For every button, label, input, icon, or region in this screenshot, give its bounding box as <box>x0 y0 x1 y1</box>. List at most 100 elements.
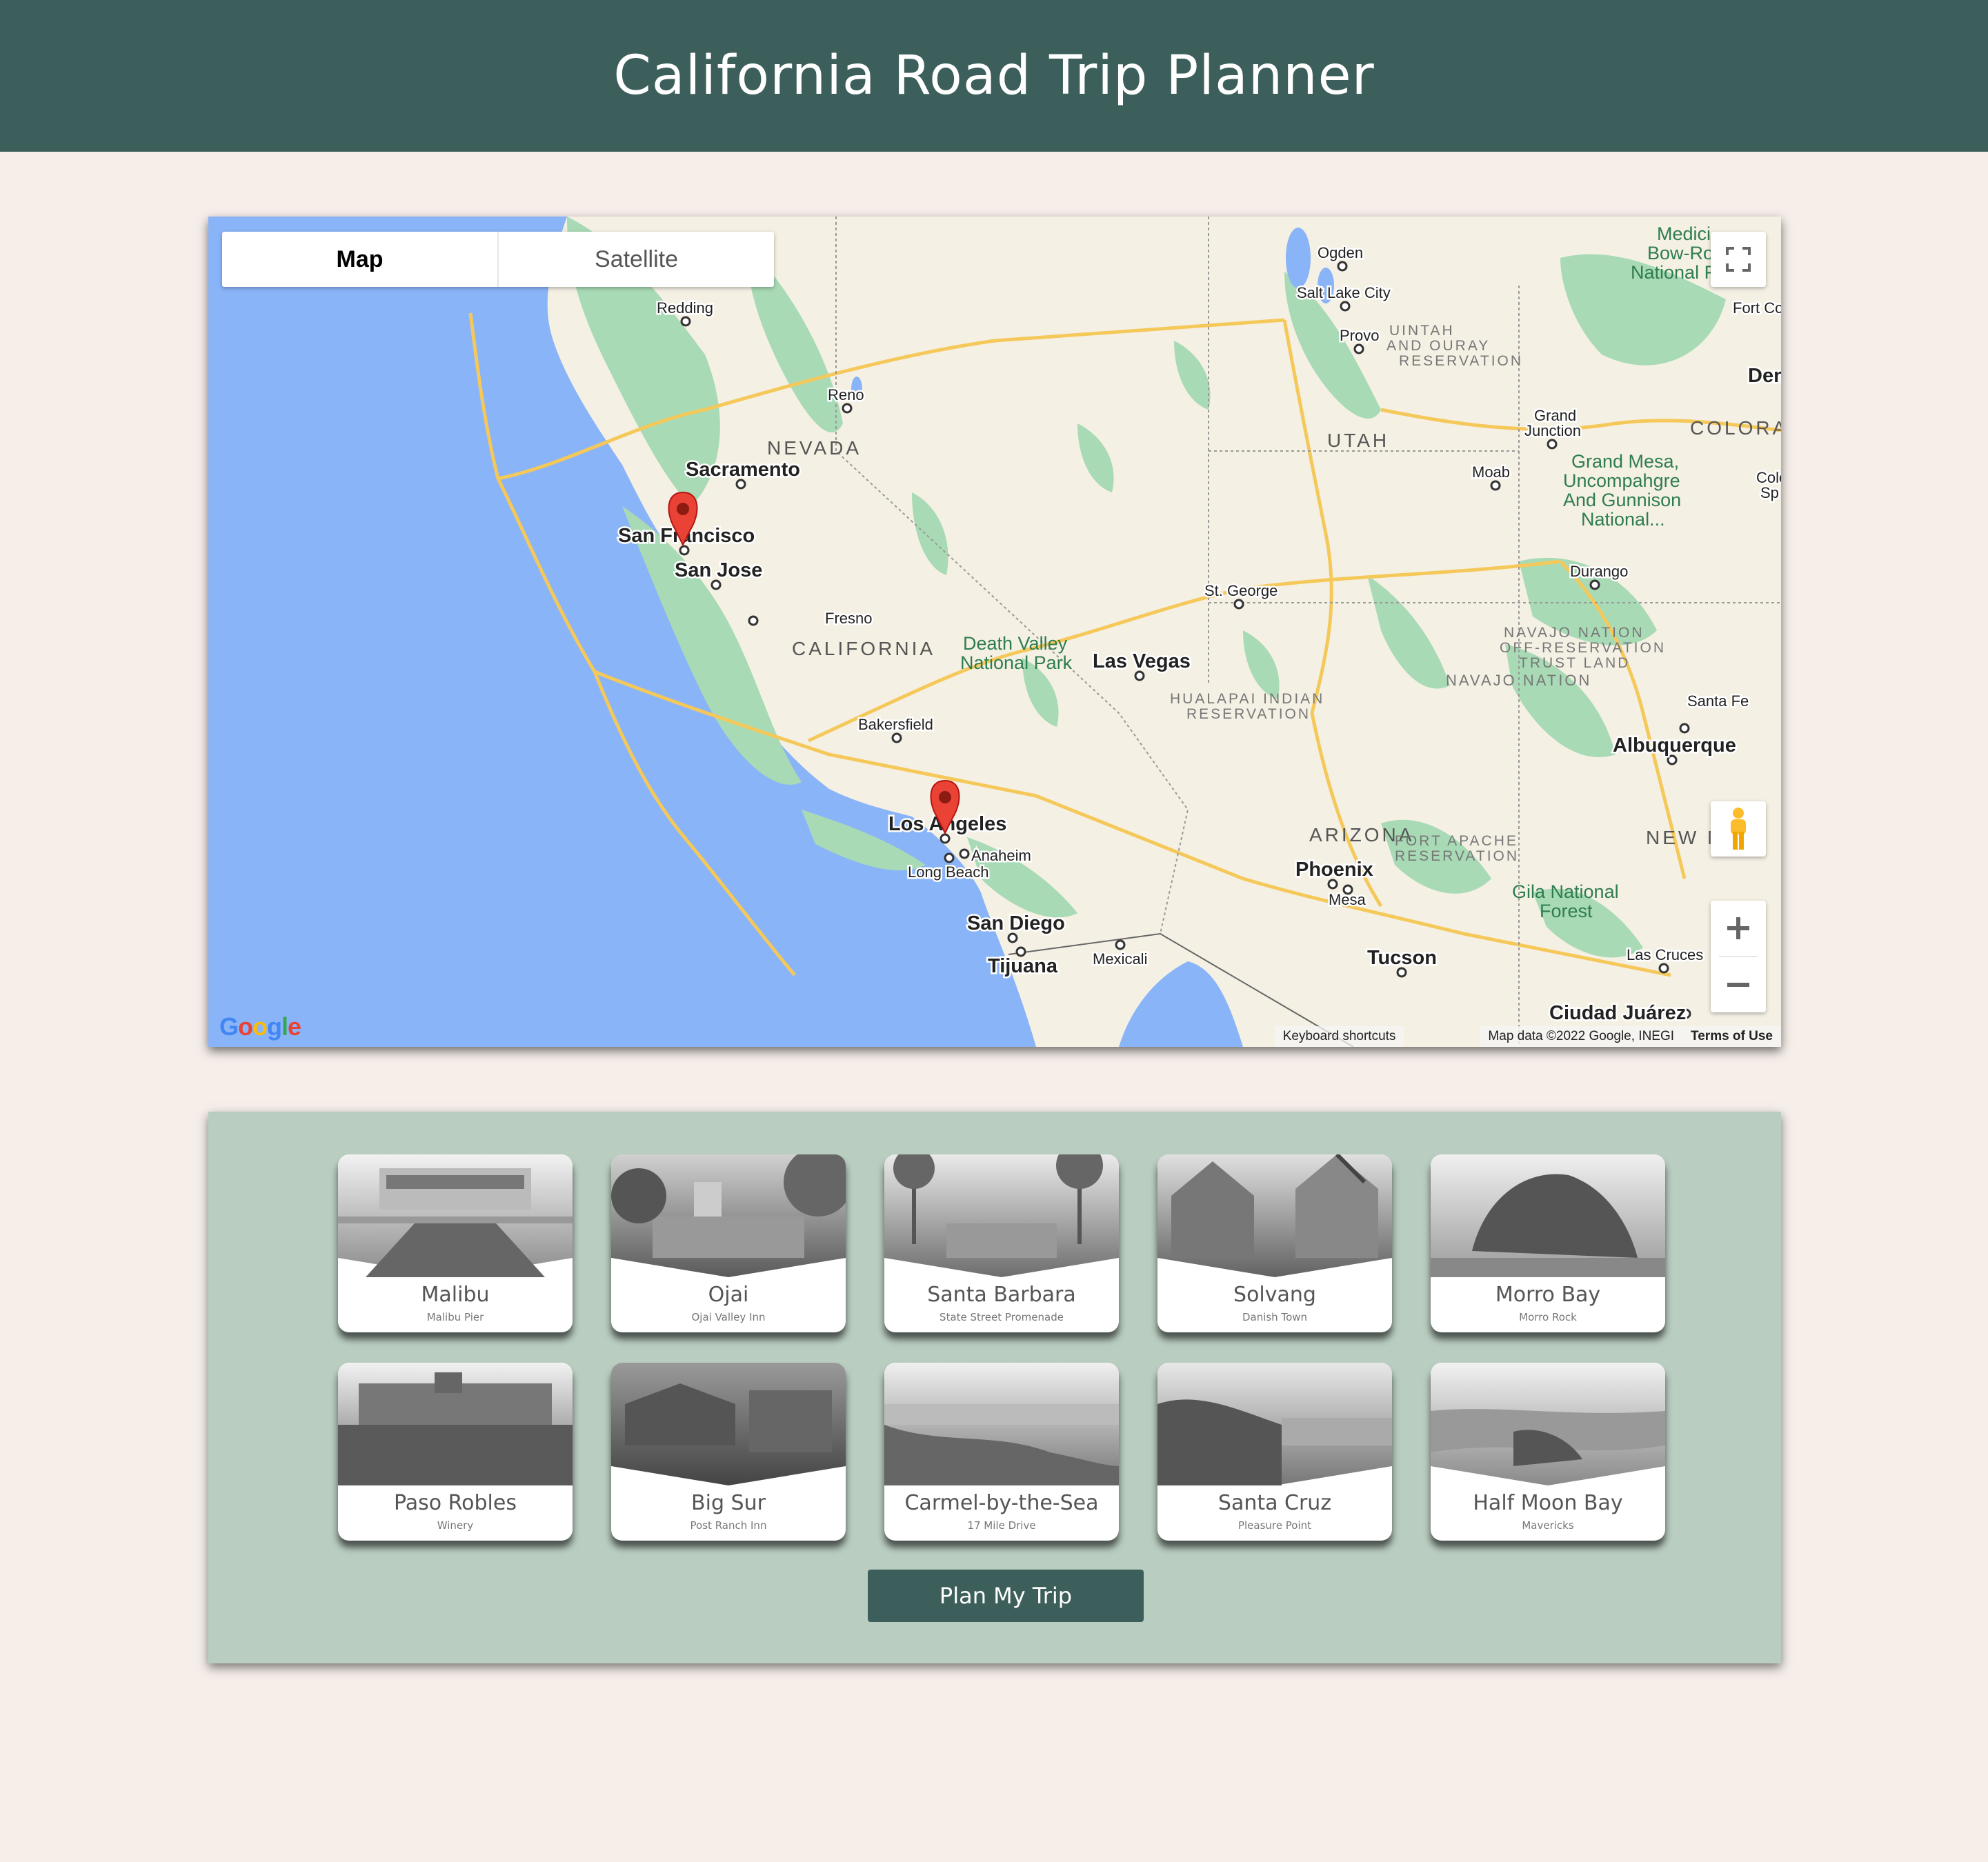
zoom-control <box>1711 901 1766 1012</box>
city-label: Santa Fe <box>1687 692 1749 710</box>
card-subtitle: Danish Town <box>1242 1311 1308 1323</box>
map-type-control: Map Satellite <box>222 232 774 287</box>
page-header: California Road Trip Planner <box>0 0 1988 152</box>
destination-card-big-sur[interactable]: Big Sur Post Ranch Inn <box>611 1363 846 1541</box>
city-label: Redding <box>657 299 713 317</box>
card-caption: Solvang Danish Town <box>1157 1283 1392 1323</box>
map-canvas[interactable]: NEVADA UTAH CALIFORNIA ARIZONA COLORAD N… <box>208 217 1781 1047</box>
destination-card-half-moon-bay[interactable]: Half Moon Bay Mavericks <box>1431 1363 1665 1541</box>
region-label: NAVAJO NATION <box>1504 625 1644 641</box>
zoom-out-button[interactable] <box>1711 957 1766 1012</box>
minus-icon <box>1727 983 1749 987</box>
map-data-credit: Map data ©2022 Google, INEGI <box>1480 1026 1683 1047</box>
card-subtitle: Ojai Valley Inn <box>691 1311 766 1323</box>
fullscreen-icon <box>1726 247 1751 272</box>
park-label: Gila National <box>1512 881 1619 902</box>
destination-card-santa-cruz[interactable]: Santa Cruz Pleasure Point <box>1157 1363 1392 1541</box>
beach-photo <box>1157 1363 1392 1485</box>
card-title: Half Moon Bay <box>1473 1491 1623 1515</box>
winery-photo <box>338 1363 573 1485</box>
zoom-in-button[interactable] <box>1711 901 1766 956</box>
region-label: NEVADA <box>767 437 862 459</box>
keyboard-shortcuts-link[interactable]: Keyboard shortcuts <box>1274 1026 1404 1047</box>
destinations-panel: Malibu Malibu Pier Ojai Ojai Valley Inn <box>208 1112 1781 1663</box>
region-label: RESERVATION <box>1395 848 1519 864</box>
plus-icon <box>1727 917 1749 939</box>
card-title: Santa Cruz <box>1217 1491 1332 1515</box>
town-photo <box>1157 1154 1392 1277</box>
google-logo[interactable]: Google <box>219 1012 301 1041</box>
street-photo <box>884 1154 1119 1277</box>
region-label: COLORAD <box>1690 417 1781 439</box>
region-label: UINTAH <box>1389 323 1455 339</box>
card-title: Paso Robles <box>394 1491 517 1515</box>
city-label: Mesa <box>1329 891 1366 908</box>
page-title: California Road Trip Planner <box>613 45 1375 107</box>
card-caption: Morro Bay Morro Rock <box>1431 1283 1665 1323</box>
city-label: Fresno <box>825 610 872 627</box>
card-caption: Paso Robles Winery <box>338 1491 573 1532</box>
park-label: And Gunnison <box>1563 490 1681 510</box>
region-label: OFF-RESERVATION <box>1500 640 1666 656</box>
city-label: Durango <box>1570 563 1628 580</box>
region-label: RESERVATION <box>1399 353 1523 369</box>
city-label: Long Beach <box>908 863 988 881</box>
bay-photo <box>1431 1363 1665 1485</box>
card-title: Morro Bay <box>1495 1283 1601 1307</box>
city-label: Sacramento <box>686 459 800 481</box>
card-subtitle: Post Ranch Inn <box>690 1519 767 1532</box>
destination-card-malibu[interactable]: Malibu Malibu Pier <box>338 1154 573 1332</box>
park-label: Uncompahgre <box>1563 470 1680 491</box>
card-title: Ojai <box>708 1283 749 1307</box>
map[interactable]: NEVADA UTAH CALIFORNIA ARIZONA COLORAD N… <box>208 217 1781 1047</box>
card-subtitle: Pleasure Point <box>1237 1519 1312 1532</box>
card-title: Santa Barbara <box>927 1283 1076 1307</box>
card-title: Solvang <box>1233 1283 1316 1307</box>
card-caption: Big Sur Post Ranch Inn <box>611 1491 846 1532</box>
pegman-icon <box>1731 808 1746 850</box>
region-label: HUALAPAI INDIAN <box>1170 691 1324 707</box>
tab-satellite[interactable]: Satellite <box>499 232 774 287</box>
park-label: National F <box>1631 262 1716 283</box>
fullscreen-button[interactable] <box>1711 232 1766 287</box>
region-label: AND OURAY <box>1386 338 1490 354</box>
park-label: Death Valley <box>963 633 1068 654</box>
region-label: RESERVATION <box>1186 706 1311 722</box>
card-caption: Santa Cruz Pleasure Point <box>1157 1491 1392 1532</box>
city-label: San Diego <box>967 912 1065 934</box>
card-caption: Half Moon Bay Mavericks <box>1431 1491 1665 1532</box>
card-caption: Ojai Ojai Valley Inn <box>611 1283 846 1323</box>
park-label: National... <box>1581 509 1665 530</box>
city-label: Mexicali <box>1093 950 1147 968</box>
city-label: Reno <box>828 386 864 403</box>
city-label: Moab <box>1472 463 1510 481</box>
card-subtitle: State Street Promenade <box>940 1311 1064 1323</box>
region-label: CALIFORNIA <box>792 638 935 659</box>
park-label: National Park <box>960 652 1073 673</box>
tab-map[interactable]: Map <box>222 232 499 287</box>
card-subtitle: Malibu Pier <box>426 1311 484 1323</box>
park-label: Medici <box>1657 223 1711 244</box>
destination-card-carmel[interactable]: Carmel-by-the-Sea 17 Mile Drive <box>884 1363 1119 1541</box>
pier-photo <box>338 1154 573 1277</box>
park-label: Bow-Ro <box>1647 243 1713 263</box>
city-label: Den <box>1748 365 1781 387</box>
city-label: Phoenix <box>1295 859 1373 881</box>
destination-card-ojai[interactable]: Ojai Ojai Valley Inn <box>611 1154 846 1332</box>
city-label: Las Vegas <box>1093 650 1191 672</box>
region-label: UTAH <box>1327 430 1389 451</box>
plan-my-trip-button[interactable]: Plan My Trip <box>868 1570 1144 1622</box>
inn-photo <box>611 1154 846 1277</box>
card-caption: Carmel-by-the-Sea 17 Mile Drive <box>884 1491 1119 1532</box>
destination-card-morro-bay[interactable]: Morro Bay Morro Rock <box>1431 1154 1665 1332</box>
destination-card-paso-robles[interactable]: Paso Robles Winery <box>338 1363 573 1541</box>
park-label: Forest <box>1540 901 1593 921</box>
rock-photo <box>1431 1154 1665 1277</box>
terms-of-use-link[interactable]: Terms of Use <box>1682 1026 1781 1047</box>
destination-card-solvang[interactable]: Solvang Danish Town <box>1157 1154 1392 1332</box>
city-label: Bakersfield <box>858 716 933 733</box>
destination-card-santa-barbara[interactable]: Santa Barbara State Street Promenade <box>884 1154 1119 1332</box>
city-label: Las Cruces <box>1627 946 1703 963</box>
ranch-photo <box>611 1363 846 1485</box>
street-view-pegman-button[interactable] <box>1711 801 1766 857</box>
